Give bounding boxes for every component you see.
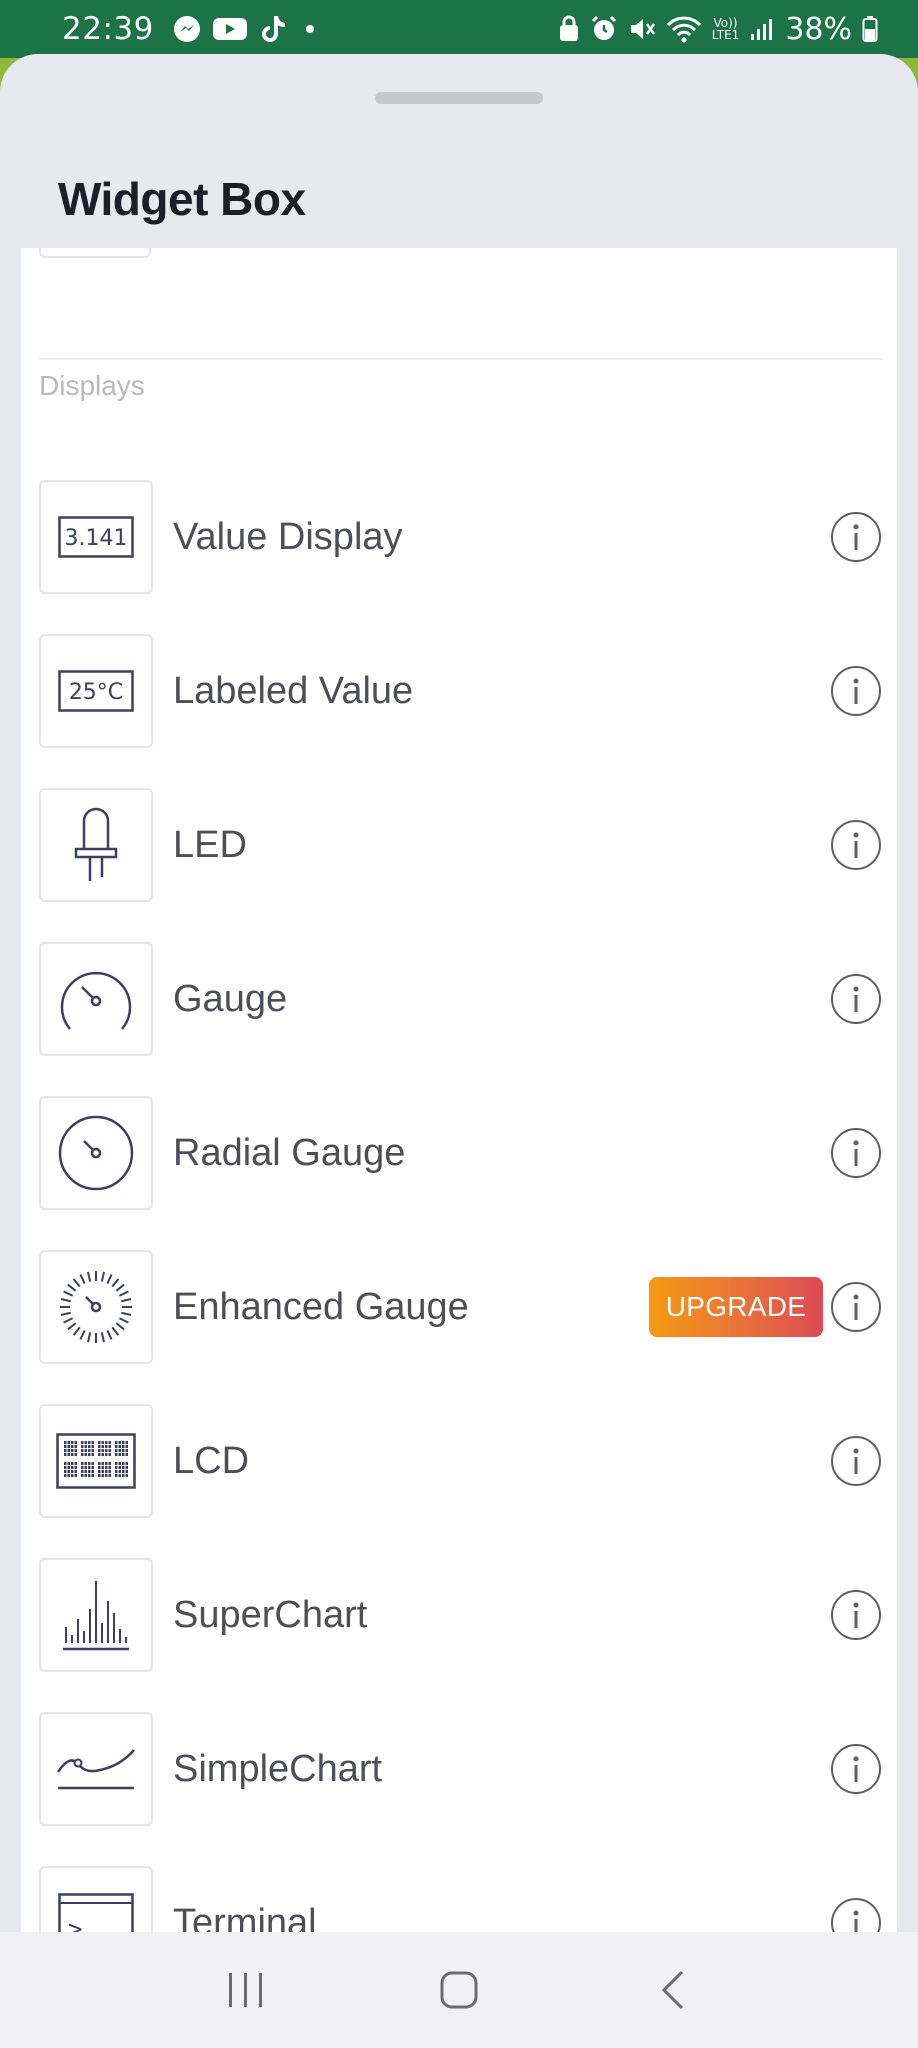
widget-row-radial-gauge[interactable]: Radial Gauge	[39, 1096, 883, 1210]
widget-label: SuperChart	[173, 1593, 368, 1636]
status-time: 22:39	[62, 11, 154, 47]
status-bar: 22:39 Vo)) LTE1 38%	[0, 0, 918, 58]
widget-label: Terminal	[173, 1901, 317, 1933]
signal-icon	[749, 16, 775, 42]
mute-icon	[628, 15, 656, 43]
widget-label: SimpleChart	[173, 1747, 383, 1790]
messenger-icon	[172, 14, 202, 44]
widget-row-gauge[interactable]: Gauge	[39, 942, 883, 1056]
section-divider	[39, 358, 883, 360]
info-button-radial-gauge[interactable]	[831, 1128, 881, 1178]
labeled-value-icon: 25°C	[39, 634, 153, 748]
sim-lock-icon	[558, 15, 580, 43]
drag-handle[interactable]	[375, 92, 543, 104]
widget-row-value-display[interactable]: 3.141 Value Display	[39, 480, 883, 594]
info-button-led[interactable]	[831, 820, 881, 870]
info-button-enhanced-gauge[interactable]	[831, 1282, 881, 1332]
widget-row-simplechart[interactable]: SimpleChart	[39, 1712, 883, 1826]
info-button-gauge[interactable]	[831, 974, 881, 1024]
battery-icon	[862, 15, 878, 43]
radial-gauge-icon	[39, 1096, 153, 1210]
info-button-lcd[interactable]	[831, 1436, 881, 1486]
info-button-terminal[interactable]	[831, 1898, 881, 1932]
volte-icon: Vo)) LTE1	[712, 17, 740, 41]
terminal-icon-text: >_	[68, 1915, 97, 1932]
wifi-icon	[666, 15, 702, 43]
sheet-title: Widget Box	[58, 173, 306, 225]
status-right: Vo)) LTE1 38%	[558, 12, 878, 47]
widget-box-sheet: Widget Box Displays 3.141 Value Display	[0, 54, 918, 1932]
widget-label: Gauge	[173, 977, 288, 1020]
back-icon[interactable]	[632, 1950, 712, 2030]
status-left: 22:39	[62, 11, 314, 47]
info-button-superchart[interactable]	[831, 1590, 881, 1640]
value-display-icon: 3.141	[39, 480, 153, 594]
widget-row-labeled-value[interactable]: 25°C Labeled Value	[39, 634, 883, 748]
simplechart-icon	[39, 1712, 153, 1826]
youtube-icon	[212, 15, 248, 43]
home-icon[interactable]	[419, 1950, 499, 2030]
battery-percent: 38%	[785, 11, 852, 47]
widget-label: Radial Gauge	[173, 1131, 406, 1174]
widget-label: Enhanced Gauge	[173, 1285, 469, 1328]
section-label-displays: Displays	[39, 370, 145, 401]
previous-widget-card-edge	[39, 248, 151, 258]
widget-label: LCD	[173, 1439, 250, 1482]
terminal-icon: >_	[39, 1866, 153, 1932]
widget-row-led[interactable]: LED	[39, 788, 883, 902]
widget-row-superchart[interactable]: SuperChart	[39, 1558, 883, 1672]
widget-label: LED	[173, 823, 247, 866]
alarm-icon	[590, 15, 618, 43]
tiktok-icon	[258, 13, 288, 45]
lte-label: LTE1	[711, 28, 740, 42]
info-button-value-display[interactable]	[831, 512, 881, 562]
enhanced-gauge-icon	[39, 1250, 153, 1364]
labeled-value-icon-text: 25°C	[69, 680, 123, 705]
widget-row-terminal[interactable]: >_ Terminal	[39, 1866, 883, 1932]
recents-icon[interactable]	[206, 1950, 286, 2030]
widget-label: Labeled Value	[173, 669, 414, 712]
gauge-icon	[39, 942, 153, 1056]
info-button-simplechart[interactable]	[831, 1744, 881, 1794]
widget-row-enhanced-gauge[interactable]: Enhanced Gauge UPGRADE	[39, 1250, 883, 1364]
widget-list-panel[interactable]: Displays 3.141 Value Display 25°C Labele…	[21, 248, 897, 1932]
system-nav-bar	[0, 1932, 918, 2048]
widget-label: Value Display	[173, 515, 403, 558]
info-button-labeled-value[interactable]	[831, 666, 881, 716]
upgrade-button[interactable]: UPGRADE	[649, 1277, 823, 1337]
widget-row-lcd[interactable]: LCD	[39, 1404, 883, 1518]
value-display-icon-text: 3.141	[65, 526, 128, 551]
superchart-icon	[39, 1558, 153, 1672]
dot-icon	[305, 25, 314, 33]
led-icon	[39, 788, 153, 902]
lcd-icon	[39, 1404, 153, 1518]
